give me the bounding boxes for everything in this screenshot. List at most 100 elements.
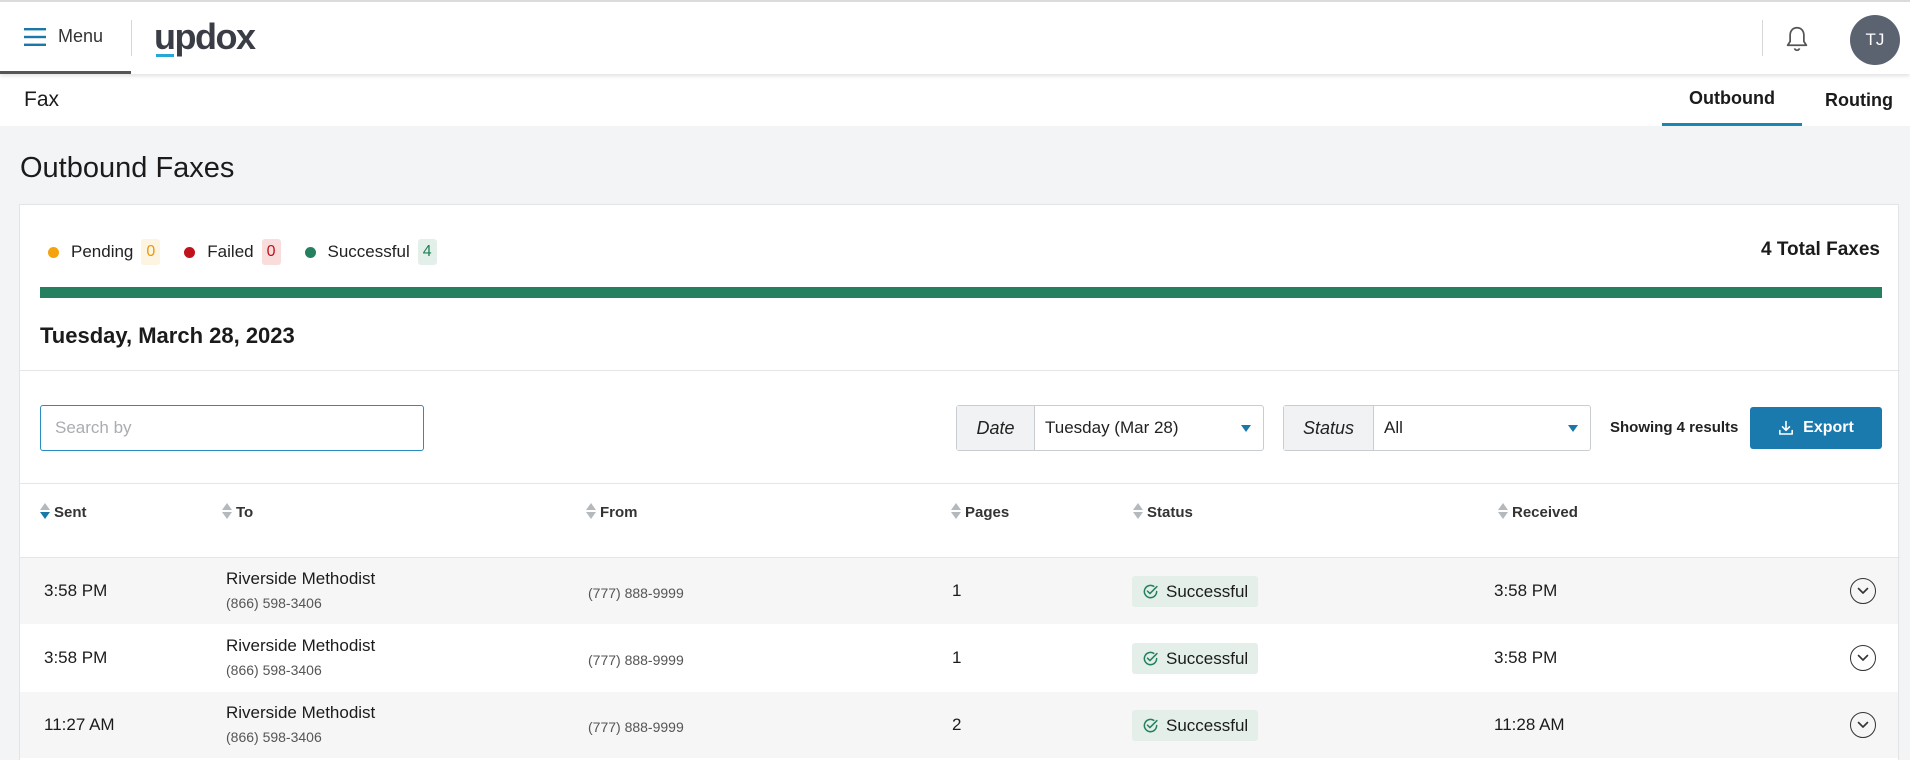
legend-failed: Failed 0 [184,239,281,265]
section-title: Fax [24,88,60,111]
column-header-to[interactable]: To [222,503,253,521]
recipient-name: Riverside Methodist [226,703,376,722]
column-header-status[interactable]: Status [1133,503,1193,521]
page-count: 1 [952,581,962,600]
date-filter-select[interactable]: Tuesday (Mar 28) [1035,406,1263,450]
divider [20,483,1900,484]
divider [1762,20,1763,56]
search-input[interactable] [40,405,424,451]
top-navigation-bar: Menu updox TJ [0,0,1910,74]
failed-count-badge: 0 [261,239,281,265]
status-text: Successful [1166,648,1249,668]
chevron-down-icon [1857,654,1869,661]
date-filter-label: Date [957,406,1035,450]
date-filter-value: Tuesday (Mar 28) [1045,418,1179,437]
sender-number: (777) 888-9999 [588,585,684,601]
total-faxes: 4 Total Faxes [1761,239,1880,260]
status-text: Successful [1166,715,1249,735]
logo-accent [156,54,174,57]
expand-row-button[interactable] [1850,645,1876,671]
table-row[interactable]: 3:58 PM Riverside Methodist (866) 598-34… [20,558,1898,624]
results-count: Showing 4 results [1610,419,1739,436]
sender-number: (777) 888-9999 [588,652,684,668]
column-label-received: Received [1512,503,1578,521]
received-time: 11:28 AM [1494,715,1565,734]
menu-button[interactable]: Menu [0,2,131,74]
table-row[interactable]: 3:58 PM Riverside Methodist (866) 598-34… [20,625,1898,691]
pending-label: Pending [71,242,134,261]
successful-count-badge: 4 [417,239,437,265]
page-title: Outbound Faxes [20,152,235,184]
recipient-number: (866) 598-3406 [226,662,322,678]
check-circle-icon [1143,651,1158,666]
received-time: 3:58 PM [1494,648,1558,667]
export-button[interactable]: Export [1750,407,1882,449]
table-row[interactable]: 11:27 AM Riverside Methodist (866) 598-3… [20,692,1898,758]
recipient-number: (866) 598-3406 [226,729,322,745]
pending-dot-icon [48,246,59,258]
column-header-sent[interactable]: Sent [40,503,87,521]
sender-number: (777) 888-9999 [588,719,684,735]
sort-icon [951,503,961,521]
status-filter-label: Status [1284,406,1374,450]
status-badge: Successful [1132,576,1259,607]
recipient-name: Riverside Methodist [226,636,376,655]
legend-pending: Pending 0 [48,239,161,265]
recipient: Riverside Methodist (866) 598-3406 [226,636,375,678]
chevron-down-icon [1857,721,1869,728]
export-label: Export [1803,419,1854,436]
sent-time: 11:27 AM [44,715,115,734]
divider [131,20,132,56]
status-badge: Successful [1132,710,1259,741]
chevron-down-icon [1241,425,1251,432]
sort-icon [586,503,596,521]
column-label-to: To [236,503,254,521]
user-avatar[interactable]: TJ [1850,15,1900,65]
status-filter[interactable]: Status All [1283,405,1591,451]
expand-row-button[interactable] [1850,578,1876,604]
chevron-down-icon [1568,425,1578,432]
recipient-name: Riverside Methodist [226,569,376,588]
menu-label: Menu [58,26,104,46]
status-filter-select[interactable]: All [1374,406,1590,450]
recipient: Riverside Methodist (866) 598-3406 [226,569,375,611]
column-label-sent: Sent [54,503,87,521]
pending-count-badge: 0 [141,239,161,265]
column-header-received[interactable]: Received [1498,503,1578,521]
download-icon [1779,420,1794,435]
received-time: 3:58 PM [1494,581,1558,600]
column-header-from[interactable]: From [586,503,638,521]
sort-icon [222,503,232,521]
column-label-from: From [600,503,638,521]
successful-dot-icon [304,246,316,258]
successful-label: Successful [327,242,410,261]
updox-logo[interactable]: updox [154,16,256,58]
status-badge: Successful [1132,643,1259,674]
sent-time: 3:58 PM [44,648,108,667]
check-circle-icon [1143,718,1158,733]
tab-outbound[interactable]: Outbound [1662,74,1802,126]
hamburger-icon [24,27,46,46]
failed-dot-icon [184,246,196,258]
recipient: Riverside Methodist (866) 598-3406 [226,703,375,745]
date-filter[interactable]: Date Tuesday (Mar 28) [956,405,1264,451]
chevron-down-icon [1857,587,1869,594]
status-legend: Pending 0 Failed 0 Successful 4 [48,239,461,265]
divider [20,370,1900,371]
recipient-number: (866) 598-3406 [226,595,322,611]
outbound-faxes-card: Pending 0 Failed 0 Successful 4 4 Total … [19,204,1900,760]
sent-time: 3:58 PM [44,581,108,600]
section-header: Fax Outbound Routing [0,74,1910,126]
status-text: Successful [1166,581,1249,601]
page-count: 1 [952,648,962,667]
expand-row-button[interactable] [1850,712,1876,738]
page-count: 2 [952,715,962,734]
legend-successful: Successful 4 [304,239,437,265]
bell-icon[interactable] [1782,24,1812,54]
status-filter-value: All [1384,418,1403,437]
progress-fill-successful [40,287,1882,298]
failed-label: Failed [207,242,254,261]
column-label-status: Status [1147,503,1193,521]
column-header-pages[interactable]: Pages [951,503,1009,521]
tab-routing[interactable]: Routing [1808,74,1910,126]
